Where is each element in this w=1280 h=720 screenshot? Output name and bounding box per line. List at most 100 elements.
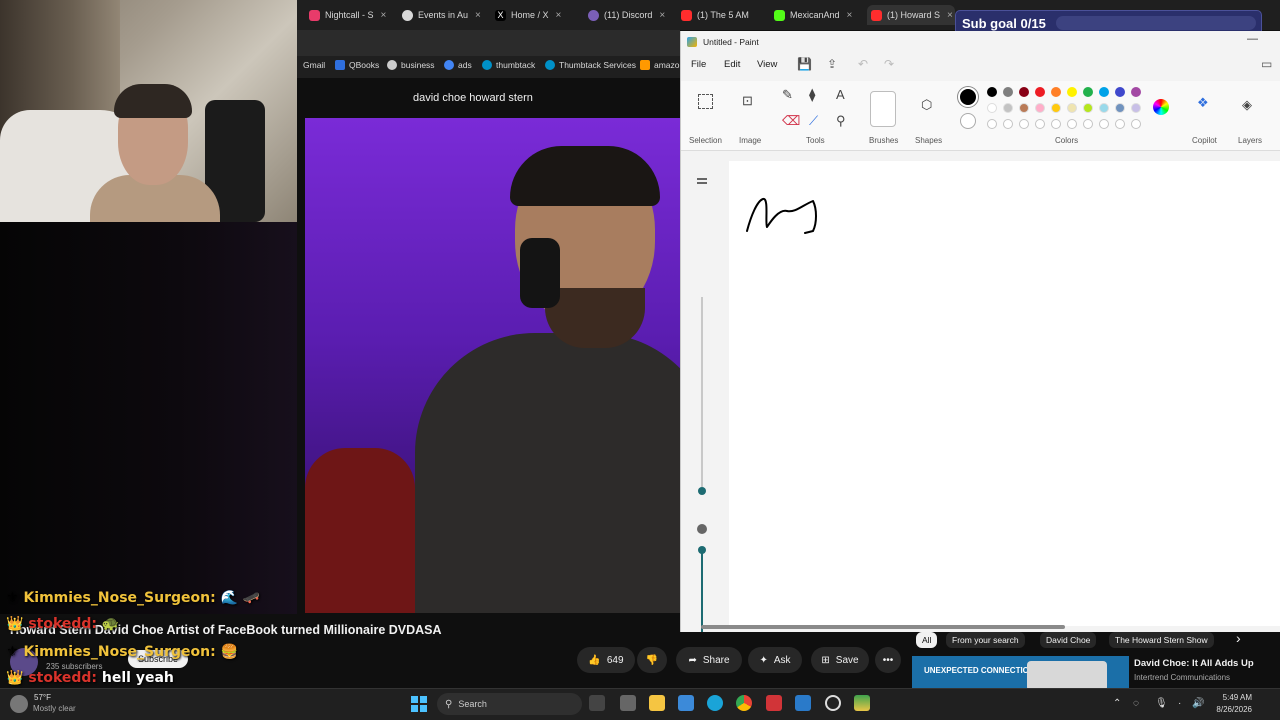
minimize-button[interactable]: — <box>1247 33 1258 45</box>
search-query-text[interactable]: david choe howard stern <box>413 92 533 104</box>
share-icon[interactable]: ⇪ <box>827 57 837 71</box>
color-swatch[interactable] <box>1131 103 1141 113</box>
color-swatch[interactable] <box>1035 87 1045 97</box>
ask-button[interactable]: ✦ Ask <box>748 647 802 673</box>
color-swatch[interactable] <box>1131 87 1141 97</box>
save-icon[interactable]: 💾 <box>797 57 812 71</box>
related-video-thumbnail[interactable]: UNEXPECTED CONNECTIONS <box>912 656 1129 688</box>
wifi-icon[interactable]: · <box>1178 698 1181 709</box>
chevron-up-icon[interactable]: ⌃ <box>1113 698 1121 709</box>
copilot-icon[interactable]: ❖ <box>1197 95 1209 111</box>
custom-color-slot[interactable] <box>987 119 997 129</box>
menu-view[interactable]: View <box>757 59 777 70</box>
volume-icon[interactable]: 🔊 <box>1192 698 1204 709</box>
brushes-button[interactable] <box>870 91 896 127</box>
browser-tab[interactable]: Nightcall - S × <box>309 5 389 25</box>
brush-size-slider[interactable] <box>698 297 706 495</box>
custom-color-slot[interactable] <box>1067 119 1077 129</box>
color-swatch[interactable] <box>1067 87 1077 97</box>
windows-start-icon[interactable] <box>411 696 427 712</box>
custom-color-slot[interactable] <box>1083 119 1093 129</box>
calculator-icon[interactable] <box>678 695 694 711</box>
bookmark-amazon[interactable]: amazo <box>640 60 680 70</box>
video-player[interactable] <box>305 118 680 613</box>
microphone-icon[interactable]: 🎙 <box>1155 698 1168 709</box>
browser-tab[interactable]: (11) Discord × <box>588 5 673 25</box>
layers-icon[interactable]: ◈ <box>1242 97 1252 113</box>
image-crop-icon[interactable]: ⊡ <box>742 93 753 109</box>
tab-close-icon[interactable]: × <box>947 10 953 21</box>
custom-color-slot[interactable] <box>1035 119 1045 129</box>
app-icon[interactable] <box>766 695 782 711</box>
share-button[interactable]: ➦ Share <box>676 647 742 673</box>
color-swatch[interactable] <box>1003 103 1013 113</box>
opacity-knob[interactable] <box>698 546 706 554</box>
color-swatch[interactable] <box>1067 103 1077 113</box>
custom-color-slot[interactable] <box>1131 119 1141 129</box>
menu-file[interactable]: File <box>691 59 706 70</box>
color-swatch[interactable] <box>987 103 997 113</box>
browser-tab[interactable]: Events in Au × <box>402 5 492 25</box>
color-swatch[interactable] <box>987 87 997 97</box>
color-picker-icon[interactable]: ⟋ <box>809 113 818 129</box>
edge-icon[interactable] <box>707 695 723 711</box>
pencil-icon[interactable]: ✎ <box>782 87 793 103</box>
bookmark-gmail[interactable]: Gmail <box>303 60 325 70</box>
secondary-color-swatch[interactable] <box>960 113 976 129</box>
color-swatch[interactable] <box>1019 103 1029 113</box>
obs-icon[interactable] <box>825 695 841 711</box>
like-button[interactable]: 👍 649 <box>577 647 635 673</box>
chip-david-choe[interactable]: David Choe <box>1040 632 1097 648</box>
weather-temperature[interactable]: 57°F <box>34 693 51 702</box>
related-video-title[interactable]: David Choe: It All Adds Up <box>1134 658 1254 669</box>
color-swatch[interactable] <box>1115 87 1125 97</box>
tab-close-icon[interactable]: × <box>556 10 562 21</box>
custom-color-slot[interactable] <box>1051 119 1061 129</box>
color-swatch[interactable] <box>1083 103 1093 113</box>
task-view-icon[interactable] <box>589 695 605 711</box>
dislike-button[interactable]: 👎 <box>637 647 667 673</box>
custom-color-slot[interactable] <box>1019 119 1029 129</box>
chip-all[interactable]: All <box>916 632 938 648</box>
clock-time[interactable]: 5:49 AM <box>1222 693 1252 702</box>
chrome-icon[interactable] <box>736 695 752 711</box>
taskbar-search-box[interactable]: ⚲ Search <box>437 693 582 715</box>
color-swatch[interactable] <box>1035 103 1045 113</box>
bookmark-qbooks[interactable]: QBooks <box>335 60 379 70</box>
tab-close-icon[interactable]: × <box>475 10 481 21</box>
color-swatch[interactable] <box>1003 87 1013 97</box>
file-explorer-icon[interactable] <box>649 695 665 711</box>
browser-tab[interactable]: (1) The 5 AM <box>681 5 761 25</box>
undo-icon[interactable]: ↶ <box>858 57 868 71</box>
opacity-slider[interactable] <box>698 546 706 632</box>
chevron-right-icon[interactable]: › <box>1236 630 1241 646</box>
remote-desktop-icon[interactable] <box>795 695 811 711</box>
bookmark-ads[interactable]: ads <box>444 60 472 70</box>
browser-tab-active[interactable]: (1) Howard S × <box>867 5 955 25</box>
browser-tab[interactable]: MexicanAnd × <box>774 5 854 25</box>
horizontal-scrollbar[interactable] <box>701 625 1065 629</box>
color-swatch[interactable] <box>1083 87 1093 97</box>
save-button[interactable]: ⊞ Save <box>811 647 869 673</box>
fill-bucket-icon[interactable]: ⧫ <box>809 87 815 103</box>
color-swatch[interactable] <box>1051 103 1061 113</box>
tab-close-icon[interactable]: × <box>659 10 665 21</box>
color-swatch[interactable] <box>1115 103 1125 113</box>
color-swatch[interactable] <box>1019 87 1029 97</box>
custom-color-slot[interactable] <box>1099 119 1109 129</box>
more-actions-button[interactable]: ••• <box>875 647 901 673</box>
chip-howard-stern-show[interactable]: The Howard Stern Show <box>1109 632 1214 648</box>
redo-icon[interactable]: ↷ <box>884 57 894 71</box>
shapes-icon[interactable]: ⬡ <box>921 97 932 113</box>
bookmark-business[interactable]: business <box>387 60 435 70</box>
brush-size-knob[interactable] <box>698 487 706 495</box>
bookmark-thumbtack-services[interactable]: Thumbtack Services <box>545 60 636 70</box>
browser-tab[interactable]: X Home / X × <box>495 5 580 25</box>
text-icon[interactable]: A <box>836 87 845 102</box>
weather-icon[interactable] <box>10 695 28 713</box>
tab-close-icon[interactable]: × <box>847 10 853 21</box>
notepad-icon[interactable] <box>620 695 636 711</box>
color-swatch[interactable] <box>1099 103 1109 113</box>
color-swatch[interactable] <box>1051 87 1061 97</box>
edit-colors-icon[interactable] <box>1153 99 1169 115</box>
